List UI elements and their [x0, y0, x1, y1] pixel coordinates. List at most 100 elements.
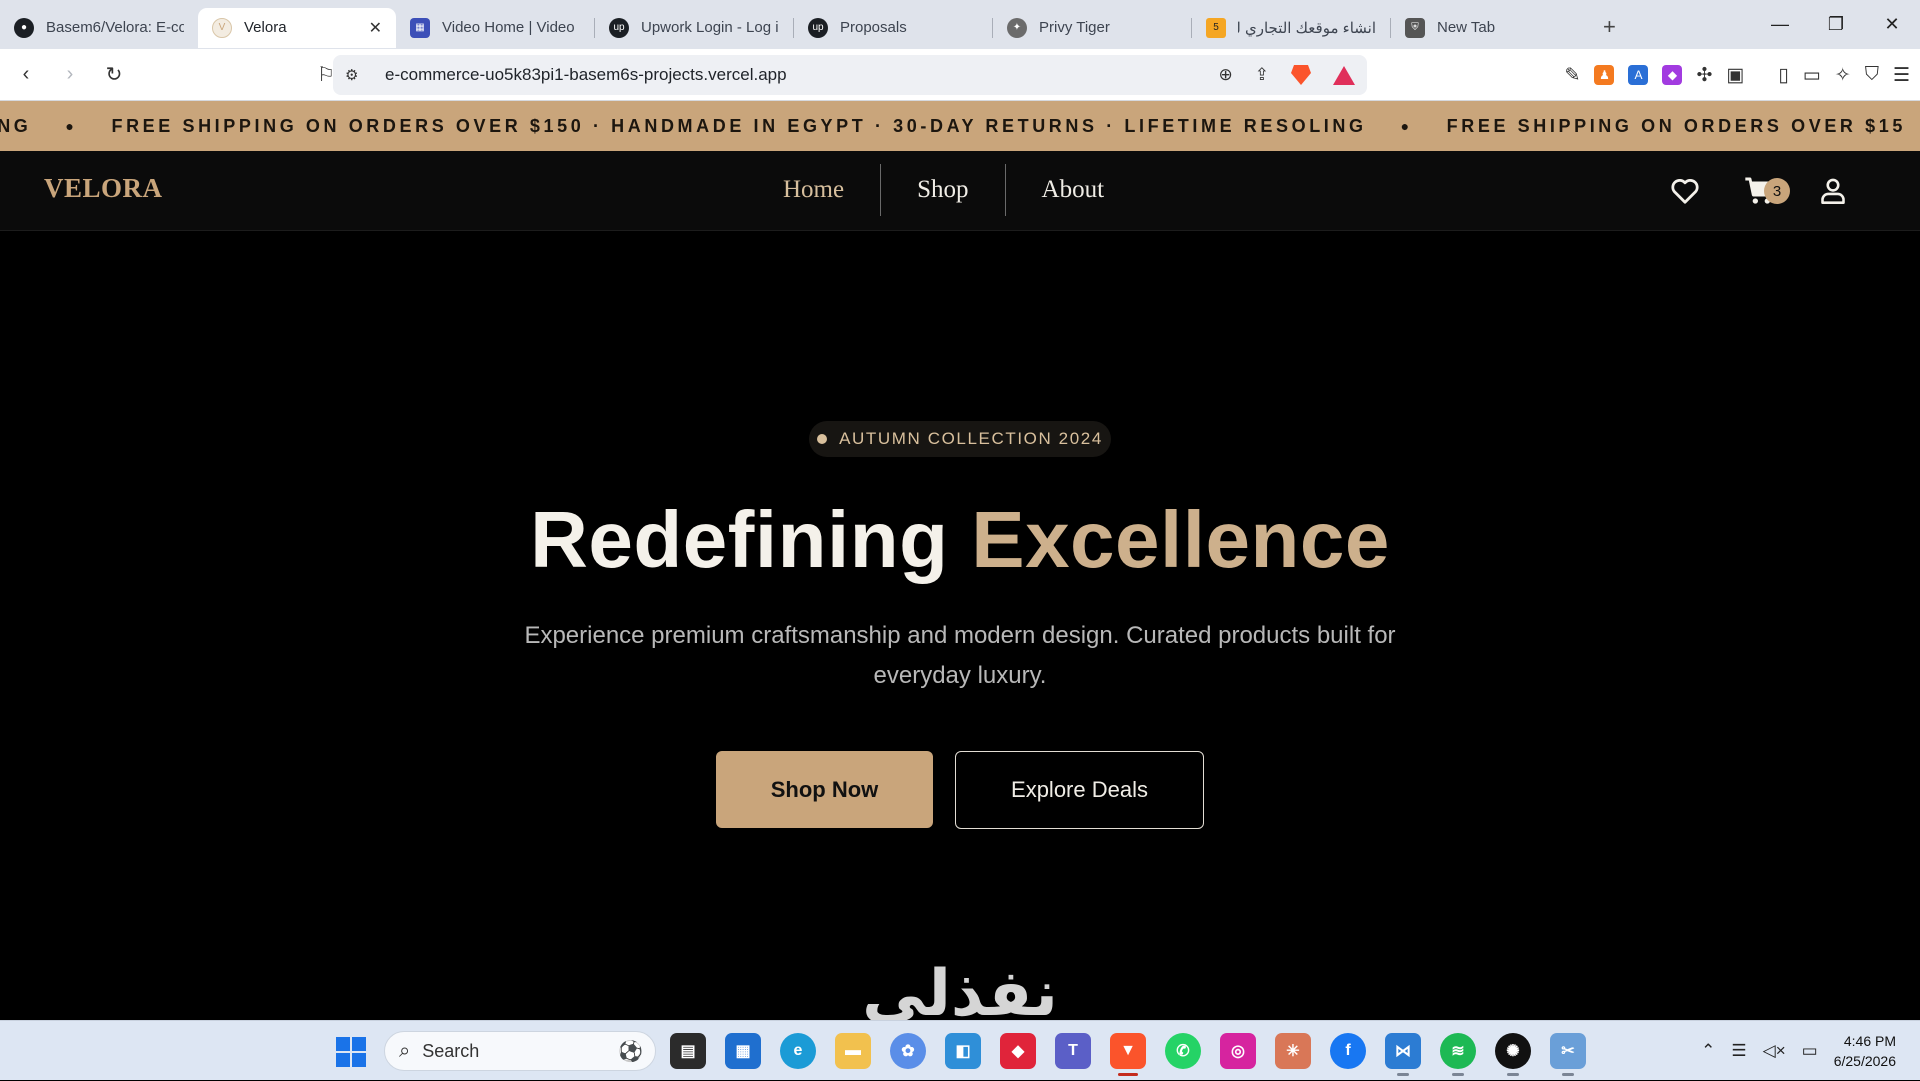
brave-shields-icon[interactable]	[1291, 65, 1311, 85]
window-controls: — ❐ ✕	[1752, 0, 1920, 49]
restore-icon[interactable]: ❐	[1808, 14, 1864, 35]
user-account-icon[interactable]	[1820, 177, 1846, 205]
chatgpt-icon[interactable]: ✺	[1495, 1033, 1531, 1076]
minimize-icon[interactable]: —	[1752, 14, 1808, 35]
extension-icon[interactable]: ♟	[1594, 65, 1615, 85]
file-explorer-icon[interactable]: ▬	[835, 1033, 871, 1069]
browser-tab-strip: ● Basem6/Velora: E-com V Velora ✕ ▦ Vide…	[0, 0, 1920, 49]
speaker-muted-icon[interactable]: ◁×	[1763, 1041, 1786, 1061]
brave-rewards-icon[interactable]	[1333, 65, 1355, 85]
separator-dot: ●	[65, 118, 78, 134]
tab-title: Video Home | Video |	[442, 19, 580, 36]
wallet-icon[interactable]: ▭	[1803, 64, 1821, 87]
instagram-icon[interactable]: ◎	[1220, 1033, 1256, 1069]
announcement-text: FREE SHIPPING ON ORDERS OVER $15	[1446, 115, 1906, 136]
hero-subtitle: Experience premium craftsmanship and mod…	[524, 622, 1396, 689]
search-highlight-icon: ⚽	[618, 1040, 643, 1063]
taskbar-search[interactable]: ⌕ Search ⚽	[384, 1031, 656, 1071]
taskbar-apps: ▤ ▦ e ▬ ✿ ◧ ◆ T ▼ ✆ ◎ ✳ f ⋈ ≋ ✺ ✂	[670, 1031, 1586, 1076]
reload-icon[interactable]: ↻	[96, 62, 132, 87]
sidebar-icon[interactable]: ▯	[1778, 64, 1788, 87]
browser-tab[interactable]: ✦ Privy Tiger	[993, 8, 1191, 48]
menu-icon[interactable]: ☰	[1893, 64, 1910, 87]
browser-tab[interactable]: up Upwork Login - Log in	[595, 8, 793, 48]
github-icon: ●	[14, 17, 34, 38]
separator-dot: ●	[1400, 118, 1413, 134]
remote-desktop-icon[interactable]: ◧	[945, 1033, 981, 1069]
tab-title: Privy Tiger	[1039, 19, 1110, 36]
tab-title: Velora	[244, 19, 287, 36]
taskbar-search-placeholder: Search	[422, 1040, 480, 1061]
facebook-icon[interactable]: f	[1330, 1033, 1366, 1069]
shop-now-button[interactable]: Shop Now	[716, 751, 933, 828]
clock-time: 4:46 PM	[1843, 1033, 1896, 1049]
snipping-tool-icon[interactable]: ✂	[1550, 1033, 1586, 1076]
teams-icon[interactable]: T	[1055, 1033, 1091, 1069]
browser-tab[interactable]: ▦ Video Home | Video |	[396, 8, 594, 48]
hero-title-accent: Excellence	[971, 495, 1390, 584]
browser-tab-active[interactable]: V Velora ✕	[198, 7, 396, 48]
chevron-up-icon[interactable]: ⌃	[1701, 1041, 1715, 1061]
url-text[interactable]: e-commerce-uo5k83pi1-basem6s-projects.ve…	[385, 65, 787, 85]
tab-title: Basem6/Velora: E-com	[46, 19, 184, 36]
wishlist-heart-icon[interactable]	[1670, 177, 1700, 205]
task-view-icon[interactable]: ▤	[670, 1033, 706, 1069]
brave-browser-icon[interactable]: ▼	[1110, 1033, 1146, 1076]
copilot-icon[interactable]: ✿	[890, 1033, 926, 1069]
tiger-icon: ✦	[1007, 17, 1027, 38]
puzzle-icon[interactable]: ✣	[1696, 64, 1712, 87]
extension-icon[interactable]: ◆	[1662, 65, 1683, 85]
nav-link-about[interactable]: About	[1006, 176, 1141, 204]
spotify-icon[interactable]: ≋	[1440, 1033, 1476, 1076]
leo-ai-icon[interactable]: ✧	[1835, 64, 1851, 87]
windows-start-icon[interactable]	[336, 1037, 366, 1067]
microsoft-store-icon[interactable]: ▦	[725, 1033, 761, 1069]
browser-tab[interactable]: ● Basem6/Velora: E-com	[0, 8, 198, 48]
battery-icon[interactable]: ▭	[1802, 1041, 1818, 1061]
clock[interactable]: 4:46 PM 6/25/2026	[1834, 1031, 1896, 1071]
whatsapp-icon[interactable]: ✆	[1165, 1033, 1201, 1069]
anydesk-icon[interactable]: ◆	[1000, 1033, 1036, 1069]
collection-badge: AUTUMN COLLECTION 2024	[809, 421, 1111, 457]
cart-button[interactable]: 3	[1744, 176, 1790, 206]
nav-link-shop[interactable]: Shop	[881, 176, 1004, 204]
announcement-text: FREE SHIPPING ON ORDERS OVER $150 · HAND…	[111, 115, 1367, 136]
back-arrow-icon[interactable]: ‹	[8, 63, 44, 86]
tab-title: New Tab	[1437, 19, 1496, 36]
video-icon: ▦	[410, 17, 430, 38]
close-tab-icon[interactable]: ✕	[369, 18, 382, 38]
extensions-area: ✎ ♟ A ◆ ✣ ▣ ▯ ▭ ✧ ⛉ ☰	[1565, 49, 1910, 101]
vpn-shield-icon[interactable]: ⛉	[1865, 64, 1879, 86]
close-window-icon[interactable]: ✕	[1864, 14, 1920, 35]
address-bar[interactable]: ⚙ e-commerce-uo5k83pi1-basem6s-projects.…	[333, 55, 1367, 95]
explore-deals-button[interactable]: Explore Deals	[955, 751, 1204, 829]
wifi-icon[interactable]: ☰	[1731, 1041, 1746, 1061]
eyedropper-icon[interactable]: ✎	[1565, 64, 1581, 87]
hero-title-main: Redefining	[530, 495, 949, 584]
collection-badge-text: AUTUMN COLLECTION 2024	[839, 429, 1103, 448]
claude-icon[interactable]: ✳	[1275, 1033, 1311, 1069]
browser-tab[interactable]: up Proposals	[794, 8, 992, 48]
site-settings-icon[interactable]: ⚙	[345, 66, 369, 84]
zoom-icon[interactable]: ⊕	[1219, 65, 1233, 85]
announcement-text: LING	[0, 115, 32, 136]
windows-taskbar: ⌕ Search ⚽ ▤ ▦ e ▬ ✿ ◧ ◆ T ▼ ✆ ◎ ✳ f ⋈ ≋…	[0, 1020, 1920, 1080]
share-icon[interactable]: ⇪	[1255, 65, 1269, 85]
site-header: VELORA Home Shop About 3	[0, 151, 1920, 231]
browser-tab[interactable]: 5 انشاء موقعك التجاري لـ	[1192, 8, 1390, 48]
forward-arrow-icon[interactable]: ›	[52, 63, 88, 86]
site-logo[interactable]: VELORA	[44, 173, 163, 204]
new-tab-plus-icon[interactable]: +	[1603, 14, 1616, 40]
nav-link-home[interactable]: Home	[747, 176, 880, 204]
edge-icon[interactable]: e	[780, 1033, 816, 1069]
translate-extension-icon[interactable]: A	[1628, 65, 1649, 85]
upwork-icon: up	[808, 17, 828, 38]
browser-toolbar: ‹ › ↻ ⚐ ⚙ e-commerce-uo5k83pi1-basem6s-p…	[0, 49, 1920, 101]
hero-title: Redefining Excellence	[0, 494, 1920, 586]
system-tray: ⌃ ☰ ◁× ▭ 4:46 PM 6/25/2026	[1701, 1021, 1896, 1081]
reader-mode-icon[interactable]: ▣	[1726, 64, 1744, 87]
browser-tab[interactable]: ⛨ New Tab	[1391, 8, 1589, 48]
search-icon: ⌕	[399, 1039, 411, 1062]
velora-icon: V	[212, 17, 232, 38]
vscode-icon[interactable]: ⋈	[1385, 1033, 1421, 1076]
